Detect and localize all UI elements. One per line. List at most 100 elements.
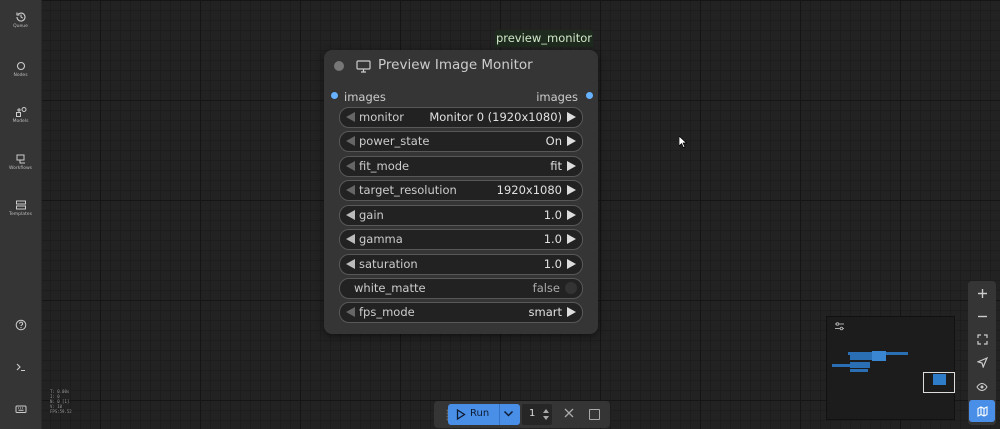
sidebar-item-nodes[interactable]: Nodes xyxy=(0,60,41,78)
sidebar-item-queue[interactable]: Queue xyxy=(0,11,41,29)
widget-label: fit_mode xyxy=(359,159,410,173)
widget-value: 1.0 xyxy=(543,208,562,222)
widget-label: fps_mode xyxy=(359,305,415,319)
widget-label: saturation xyxy=(359,257,418,271)
widget-label: power_state xyxy=(359,134,430,148)
output-label: images xyxy=(536,90,578,104)
sidebar-item-templates[interactable]: Templates xyxy=(0,199,41,217)
chevron-down-icon[interactable] xyxy=(503,410,514,418)
minimap-viewport[interactable] xyxy=(923,372,955,393)
increment-arrow-icon[interactable] xyxy=(567,161,576,171)
node-title: Preview Image Monitor xyxy=(378,57,533,73)
widget-value: On xyxy=(545,134,562,148)
close-icon[interactable] xyxy=(563,407,575,419)
run-label: Run xyxy=(470,408,490,419)
mouse-cursor-icon xyxy=(679,136,687,148)
fit-view-button[interactable] xyxy=(968,328,996,350)
keyboard-icon xyxy=(15,405,26,413)
widget-gamma[interactable]: gamma 1.0 xyxy=(339,229,583,250)
preview-image-monitor-node[interactable]: Preview Image Monitor images images moni… xyxy=(324,50,598,334)
widget-value: 1920x1080 xyxy=(496,183,562,197)
node-header[interactable]: Preview Image Monitor xyxy=(324,50,598,82)
toggle-knob[interactable] xyxy=(565,282,577,294)
help-icon xyxy=(15,319,26,331)
decrement-arrow-icon[interactable] xyxy=(346,234,355,244)
sliders-icon[interactable] xyxy=(834,322,845,331)
widget-label: monitor xyxy=(359,110,404,124)
minus-icon xyxy=(977,315,987,317)
widget-label: gamma xyxy=(359,232,403,246)
widget-fps-mode[interactable]: fps_mode smart xyxy=(339,302,583,323)
decrement-arrow-icon[interactable] xyxy=(346,161,355,171)
canvas-toolbar xyxy=(968,281,996,425)
widget-label: white_matte xyxy=(354,281,426,295)
increment-arrow-icon[interactable] xyxy=(567,307,576,317)
stop-icon[interactable] xyxy=(589,409,600,420)
toggle-minimap-button[interactable] xyxy=(969,400,995,422)
widget-value: Monitor 0 (1920x1080) xyxy=(429,110,562,124)
help-button[interactable] xyxy=(0,319,41,331)
input-slot-images[interactable] xyxy=(331,92,338,99)
increment-arrow-icon[interactable] xyxy=(567,259,576,269)
zoom-in-button[interactable] xyxy=(968,282,996,304)
decrement-arrow-icon[interactable] xyxy=(346,136,355,146)
decrement-icon[interactable] xyxy=(543,416,549,420)
history-icon xyxy=(15,12,26,22)
select-mode-button[interactable] xyxy=(968,351,996,373)
sidebar-item-label: Models xyxy=(12,119,29,124)
widget-value: 1.0 xyxy=(543,232,562,246)
widget-gain[interactable]: gain 1.0 xyxy=(339,205,583,226)
queue-count-stepper[interactable]: 1 xyxy=(522,404,552,425)
eye-icon xyxy=(976,382,988,392)
run-toolbar: Run 1 xyxy=(434,401,610,428)
widget-white-matte[interactable]: white_matte false xyxy=(339,278,583,299)
increment-icon[interactable] xyxy=(543,409,549,413)
decrement-arrow-icon[interactable] xyxy=(346,185,355,195)
increment-arrow-icon[interactable] xyxy=(567,185,576,195)
queue-count-value: 1 xyxy=(529,408,536,419)
widget-value: false xyxy=(532,281,560,295)
widget-fit-mode[interactable]: fit_mode fit xyxy=(339,156,583,177)
collapse-dot[interactable] xyxy=(334,61,344,71)
decrement-arrow-icon[interactable] xyxy=(346,210,355,220)
terminal-button[interactable] xyxy=(0,361,41,373)
widget-saturation[interactable]: saturation 1.0 xyxy=(339,254,583,275)
circle-icon xyxy=(16,61,25,71)
map-icon xyxy=(976,405,988,417)
minimap[interactable] xyxy=(826,316,955,420)
decrement-arrow-icon[interactable] xyxy=(346,259,355,269)
sidebar-item-models[interactable]: Models xyxy=(0,106,41,124)
widget-label: target_resolution xyxy=(359,183,457,197)
output-slot-images[interactable] xyxy=(586,92,593,99)
zoom-out-button[interactable] xyxy=(968,305,996,327)
navigation-arrow-icon xyxy=(976,356,988,368)
widget-value: fit xyxy=(550,159,562,173)
render-stats: T: 0.00s I: 0 N: 0 [1] V: 10 FPS:59.52 xyxy=(50,389,72,414)
widget-target-resolution[interactable]: target_resolution 1920x1080 xyxy=(339,180,583,201)
increment-arrow-icon[interactable] xyxy=(567,234,576,244)
widget-monitor[interactable]: monitor Monitor 0 (1920x1080) xyxy=(339,107,583,128)
workflows-icon xyxy=(16,154,25,164)
stat-line: FPS:59.52 xyxy=(50,409,72,414)
sidebar-item-label: Templates xyxy=(9,212,32,217)
templates-icon xyxy=(15,200,26,210)
sidebar-item-label: Nodes xyxy=(13,73,28,78)
decrement-arrow-icon[interactable] xyxy=(346,112,355,122)
widget-value: 1.0 xyxy=(543,257,562,271)
increment-arrow-icon[interactable] xyxy=(567,210,576,220)
keyboard-button[interactable] xyxy=(0,403,41,415)
run-button[interactable]: Run xyxy=(448,404,520,425)
increment-arrow-icon[interactable] xyxy=(567,112,576,122)
widget-power-state[interactable]: power_state On xyxy=(339,131,583,152)
decrement-arrow-icon[interactable] xyxy=(346,307,355,317)
node-id-badge: preview_monitor xyxy=(495,30,593,47)
sidebar-item-label: Workflows xyxy=(8,166,32,171)
monitor-icon xyxy=(356,60,371,73)
play-icon xyxy=(456,409,466,420)
models-icon xyxy=(15,107,26,117)
toggle-links-button[interactable] xyxy=(968,376,996,398)
increment-arrow-icon[interactable] xyxy=(567,136,576,146)
widget-value: smart xyxy=(528,305,562,319)
plus-icon xyxy=(977,288,987,298)
sidebar-item-workflows[interactable]: Workflows xyxy=(0,153,41,171)
